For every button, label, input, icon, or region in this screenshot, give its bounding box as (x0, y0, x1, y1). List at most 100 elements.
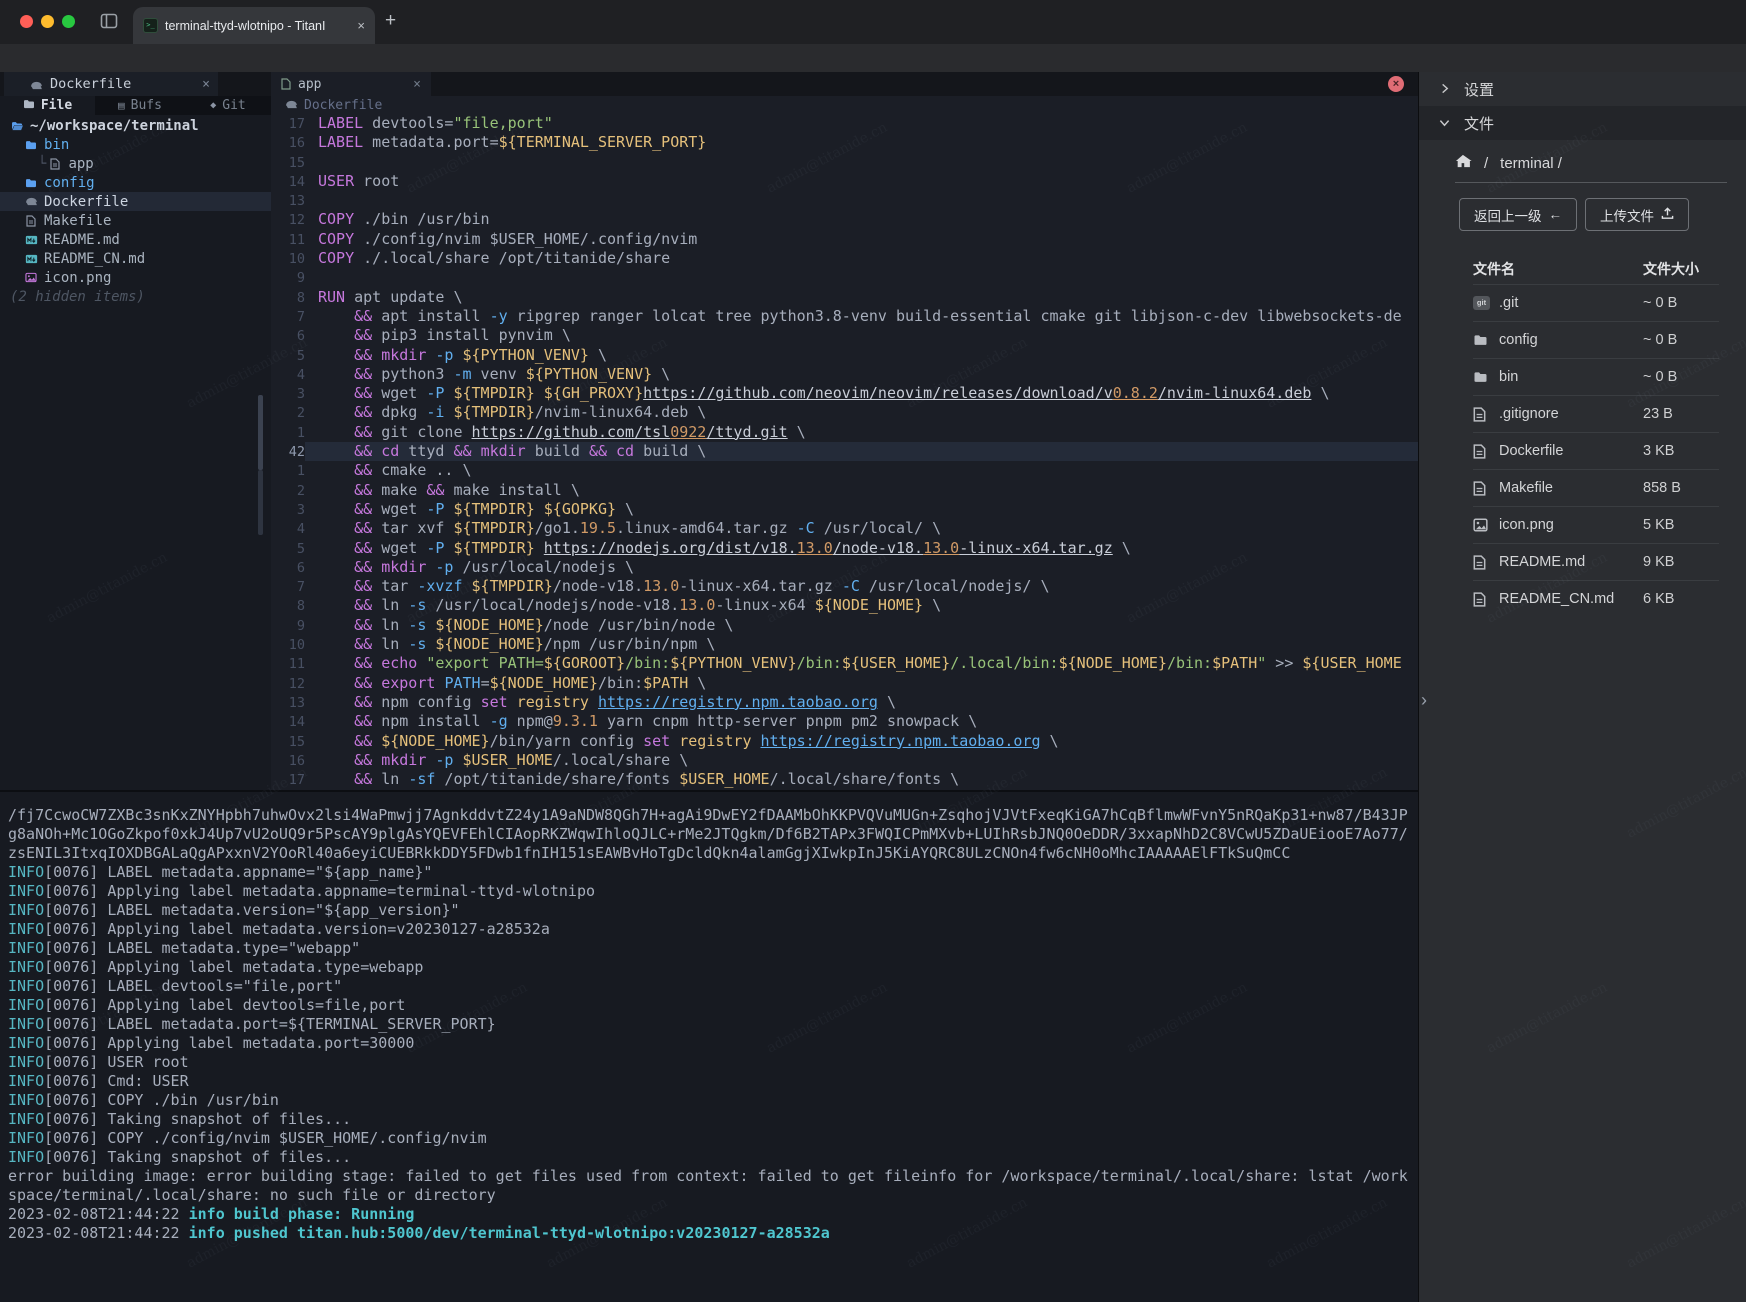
code-line: 15 && ${NODE_HOME}/bin/yarn config set r… (271, 732, 1418, 751)
file-row-bin[interactable]: bin~ 0 B (1473, 358, 1719, 395)
whale-icon (24, 197, 38, 206)
close-editor-button[interactable]: × (1388, 76, 1404, 92)
line-text: && tar -xvzf ${TMPDIR}/node-v18.13.0-lin… (305, 577, 1418, 596)
tree-item-readme-cn-md[interactable]: README_CN.md (0, 249, 271, 268)
line-number: 8 (271, 596, 305, 615)
code-area[interactable]: 17LABEL devtools="file,port"16LABEL meta… (271, 114, 1418, 790)
code-line: 7 && tar -xvzf ${TMPDIR}/node-v18.13.0-l… (271, 577, 1418, 596)
line-number: 1 (271, 461, 305, 480)
breadcrumb: Dockerfile (271, 96, 1418, 114)
minimize-window-button[interactable] (41, 15, 54, 28)
tree-item-dockerfile[interactable]: Dockerfile (0, 192, 271, 211)
browser-tab[interactable]: >_ terminal-ttyd-wlotnipo - TitanI × (133, 7, 375, 44)
tab-git[interactable]: ◆ Git (185, 96, 271, 115)
editor-tab-close-icon[interactable]: × (413, 77, 421, 92)
line-text: COPY ./bin /usr/bin (305, 210, 1418, 229)
browser-sidebar-toggle-icon[interactable] (100, 12, 118, 35)
line-number: 13 (271, 191, 305, 210)
line-text: && ln -sf /opt/titanide/share/fonts $USE… (305, 770, 1418, 789)
tree-item--2-hidden-items-[interactable]: (2 hidden items) (0, 287, 271, 306)
scrollbar-thumb[interactable] (258, 470, 263, 535)
tab-close-icon[interactable]: × (357, 18, 365, 33)
terminal-line: INFO[0076] Taking snapshot of files... (8, 1148, 1418, 1167)
file-icon (1473, 592, 1499, 607)
tree-item-readme-md[interactable]: README.md (0, 230, 271, 249)
file-size: ~ 0 B (1643, 332, 1719, 348)
back-parent-button[interactable]: 返回上一级 ← (1459, 198, 1577, 231)
line-number: 17 (271, 114, 305, 133)
line-number: 10 (271, 249, 305, 268)
section-settings[interactable]: 设置 (1419, 72, 1746, 106)
panel-collapse-handle[interactable]: › (1421, 690, 1427, 711)
line-text: && ln -s ${NODE_HOME}/npm /usr/bin/npm \ (305, 635, 1418, 654)
git-icon: git (1473, 296, 1499, 310)
file-row-icon-png[interactable]: icon.png5 KB (1473, 506, 1719, 543)
file-icon (281, 75, 291, 94)
tree-item-icon-png[interactable]: icon.png (0, 268, 271, 287)
terminal-line: INFO[0076] Applying label devtools=file,… (8, 996, 1418, 1015)
tree-item-makefile[interactable]: Makefile (0, 211, 271, 230)
code-line: 14USER root (271, 172, 1418, 191)
folder-icon (1473, 371, 1499, 383)
tree-item--workspace-terminal[interactable]: ~/workspace/terminal (0, 116, 271, 135)
file-row--git[interactable]: git.git~ 0 B (1473, 284, 1719, 321)
tree-item-label: config (44, 175, 95, 191)
tree-item-label: icon.png (44, 270, 111, 286)
file-row--gitignore[interactable]: .gitignore23 B (1473, 395, 1719, 432)
terminal-line: INFO[0076] Applying label metadata.type=… (8, 958, 1418, 977)
sidebar-tab-dockerfile[interactable]: Dockerfile × (4, 72, 218, 96)
terminal-line: INFO[0076] Applying label metadata.port=… (8, 1034, 1418, 1053)
file-size: 858 B (1643, 480, 1719, 496)
tab-bufs[interactable]: ▤ Bufs (95, 96, 185, 115)
scrollbar-thumb[interactable] (258, 395, 263, 470)
sidebar-tab-close-icon[interactable]: × (202, 77, 210, 92)
code-line: 5 && mkdir -p ${PYTHON_VENV} \ (271, 346, 1418, 365)
file-row-dockerfile[interactable]: Dockerfile3 KB (1473, 432, 1719, 469)
terminal-line: INFO[0076] LABEL metadata.port=${TERMINA… (8, 1015, 1418, 1034)
code-line: 4 && python3 -m venv ${PYTHON_VENV} \ (271, 365, 1418, 384)
line-number: 1 (271, 423, 305, 442)
line-text: && wget -P ${TMPDIR} ${GH_PROXY}https://… (305, 384, 1418, 403)
folder-icon (24, 140, 38, 150)
upload-file-button[interactable]: 上传文件 (1585, 198, 1689, 231)
tab-file[interactable]: File (0, 96, 95, 115)
terminal-line: 2023-02-08T21:44:22 info pushed titan.hu… (8, 1224, 1418, 1243)
file-row-readme-cn-md[interactable]: README_CN.md6 KB (1473, 580, 1719, 617)
breadcrumb-filename: Dockerfile (304, 98, 382, 113)
line-number: 7 (271, 577, 305, 596)
path-separator: / (1484, 155, 1488, 172)
file-size: 9 KB (1643, 554, 1719, 570)
new-tab-button[interactable]: + (385, 10, 396, 32)
code-line: 14 && npm install -g npm@9.3.1 yarn cnpm… (271, 712, 1418, 731)
terminal-panel[interactable]: /fj7CcwoCW7ZXBc3snKxZNYHpbh7uhwOvx2lsi4W… (0, 790, 1418, 1302)
sidebar-mode-tabs: File ▤ Bufs ◆ Git (0, 96, 271, 115)
line-number: 2 (271, 403, 305, 422)
line-text: && wget -P ${TMPDIR} https://nodejs.org/… (305, 539, 1418, 558)
file-size: 23 B (1643, 406, 1719, 422)
code-line: 3 && wget -P ${TMPDIR} ${GOPKG} \ (271, 500, 1418, 519)
terminal-line: INFO[0076] LABEL metadata.appname="${app… (8, 863, 1418, 882)
file-row-config[interactable]: config~ 0 B (1473, 321, 1719, 358)
tree-item-app[interactable]: └app (0, 154, 271, 173)
section-files[interactable]: 文件 (1419, 106, 1746, 140)
maximize-window-button[interactable] (62, 15, 75, 28)
terminal-line: INFO[0076] Applying label metadata.appna… (8, 882, 1418, 901)
line-text: && make && make install \ (305, 481, 1418, 500)
code-line: 10COPY ./.local/share /opt/titanide/shar… (271, 249, 1418, 268)
tree-item-bin[interactable]: bin (0, 135, 271, 154)
current-directory[interactable]: terminal / (1500, 155, 1562, 172)
tree-item-config[interactable]: config (0, 173, 271, 192)
file-explorer-sidebar: Dockerfile × File ▤ Bufs ◆ Git ~/workspa… (0, 72, 271, 790)
browser-toolbar: ← https://try.titanide.cn/ide/web/coding… (0, 44, 1746, 72)
file-size: 6 KB (1643, 591, 1719, 607)
arrow-left-icon: ← (1549, 207, 1563, 222)
file-row-readme-md[interactable]: README.md9 KB (1473, 543, 1719, 580)
close-window-button[interactable] (20, 15, 33, 28)
chevron-down-icon (1439, 115, 1450, 132)
chevron-right-icon (1439, 81, 1450, 98)
file-row-makefile[interactable]: Makefile858 B (1473, 469, 1719, 506)
code-line: 3 && wget -P ${TMPDIR} ${GH_PROXY}https:… (271, 384, 1418, 403)
tree-item-label: Makefile (44, 213, 111, 229)
editor-tab-app[interactable]: app × (271, 72, 431, 96)
home-icon[interactable] (1455, 154, 1472, 173)
